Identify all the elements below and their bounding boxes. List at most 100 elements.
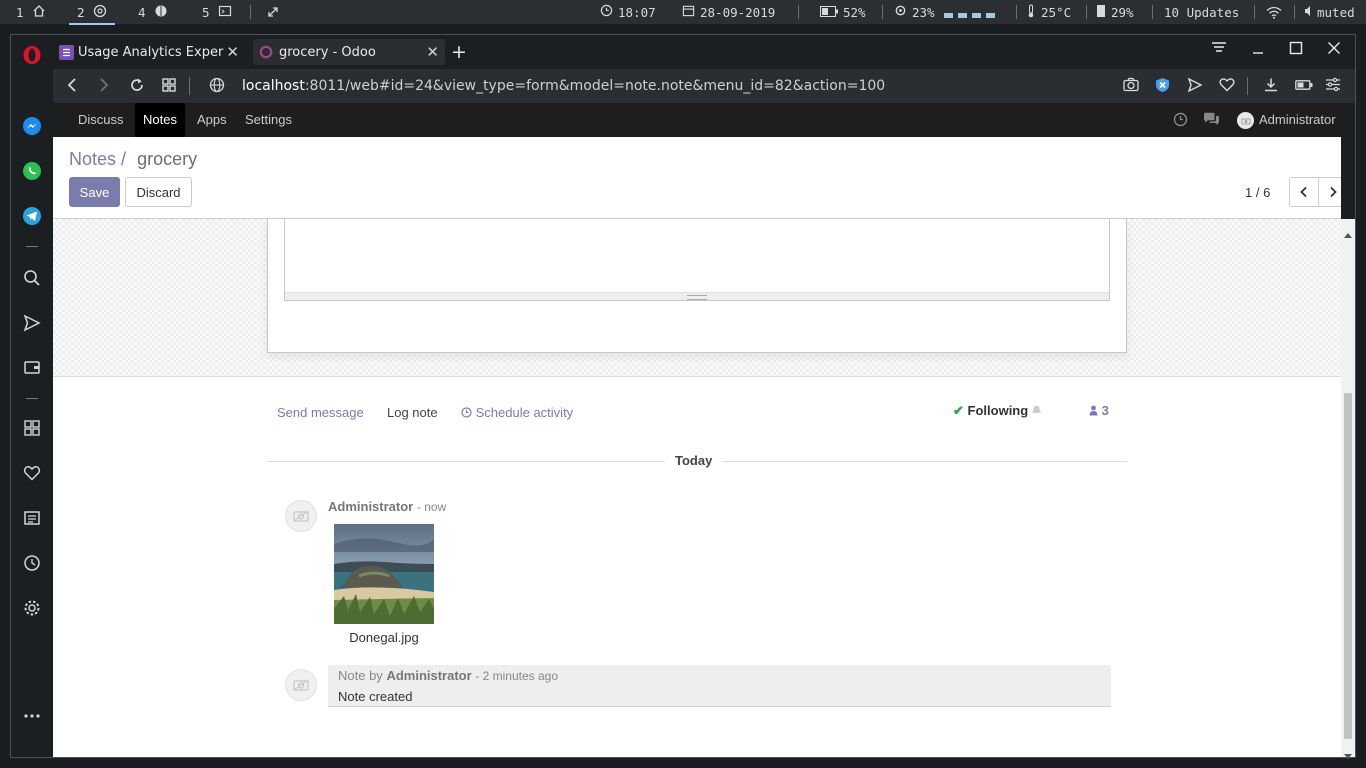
odoo-page: Discuss Notes Apps Settings Administrato… (53, 103, 1341, 757)
system-status-bar: 1 2 4 5 18:07 28-09-2019 52% 23% 25°C 29… (0, 0, 1366, 25)
followers-button[interactable]: 3 (1089, 403, 1109, 419)
author-avatar[interactable] (285, 669, 317, 701)
scrollbar-thumb[interactable] (1344, 393, 1352, 739)
maximize-icon[interactable] (1289, 40, 1303, 59)
form-content: Send message Log note Schedule activity … (53, 219, 1341, 757)
message-date: - now (416, 500, 447, 514)
wallet-icon[interactable] (22, 357, 42, 377)
divider (1086, 5, 1087, 19)
cpu-bars (943, 7, 995, 18)
workspace-2[interactable]: 2 (69, 3, 114, 25)
cpu-widget: 23% (894, 3, 995, 21)
memory-icon (1096, 4, 1106, 21)
workspace-4[interactable]: 4 (138, 3, 168, 21)
whatsapp-icon[interactable] (22, 161, 42, 181)
message-author[interactable]: Administrator (386, 668, 471, 683)
scroll-down-arrow-icon[interactable] (1344, 745, 1352, 764)
attachment-name[interactable]: Donegal.jpg (334, 630, 434, 645)
download-icon[interactable] (1263, 77, 1279, 97)
volume-widget[interactable]: muted (1304, 3, 1355, 21)
divider (1016, 5, 1017, 19)
messaging-icon[interactable] (1203, 112, 1220, 131)
tab-usage-analytics[interactable]: Usage Analytics Exper ✕ (55, 39, 245, 65)
close-window-icon[interactable] (1327, 40, 1341, 59)
minimize-icon[interactable] (1251, 40, 1265, 59)
forward-icon[interactable] (97, 77, 111, 97)
telegram-icon[interactable] (22, 206, 42, 226)
followers-count: 3 (1101, 403, 1109, 418)
back-icon[interactable] (65, 77, 79, 97)
send-page-icon[interactable] (1187, 77, 1203, 97)
divider (26, 246, 38, 247)
new-tab-icon[interactable]: + (451, 41, 467, 63)
speaker-icon (1304, 5, 1312, 20)
user-icon (1089, 404, 1098, 419)
expand-icon[interactable] (266, 3, 280, 21)
wifi-icon[interactable] (1266, 3, 1282, 21)
updates-widget[interactable]: 10 Updates (1164, 3, 1239, 21)
attachment-thumbnail[interactable] (334, 524, 434, 624)
tab-grocery-odoo[interactable]: grocery - Odoo ✕ (253, 39, 445, 65)
messenger-icon[interactable] (22, 116, 42, 136)
camera-icon[interactable] (1123, 77, 1139, 96)
close-tab-icon[interactable]: ✕ (426, 43, 439, 61)
adblock-shield-icon[interactable] (1155, 77, 1170, 97)
breadcrumb-notes-link[interactable]: Notes (69, 149, 116, 169)
workspace-5[interactable]: 5 (202, 3, 232, 21)
author-avatar[interactable] (285, 500, 317, 532)
workspace-1[interactable]: 1 (16, 3, 46, 21)
pager-previous-button[interactable] (1289, 177, 1319, 207)
time-text: 18:07 (618, 4, 656, 20)
message-date: - 2 minutes ago (475, 669, 559, 683)
activity-clock-icon[interactable] (1173, 112, 1188, 131)
settings-gear-icon[interactable] (22, 598, 42, 618)
clock-icon (600, 4, 613, 20)
calendar-icon (682, 4, 695, 20)
discard-button[interactable]: Discard (125, 177, 192, 207)
battery-text: 52% (843, 4, 866, 20)
search-icon[interactable] (22, 268, 42, 288)
tabs-overview-icon[interactable] (161, 77, 177, 97)
schedule-activity-button[interactable]: Schedule activity (461, 405, 573, 421)
menu-settings[interactable]: Settings (237, 103, 300, 137)
following-button[interactable]: ✔ Following (953, 403, 1041, 419)
url-path: :8011/web#id=24&view_type=form&model=not… (304, 78, 886, 94)
news-icon[interactable] (22, 508, 42, 528)
url-field[interactable]: localhost:8011/web#id=24&view_type=form&… (242, 78, 885, 94)
menu-discuss[interactable]: Discuss (70, 103, 132, 137)
menu-apps[interactable]: Apps (189, 103, 235, 137)
tab-bar: Usage Analytics Exper ✕ grocery - Odoo ✕… (53, 35, 1355, 69)
pager-next-button[interactable] (1318, 177, 1341, 207)
cpu-text: 23% (912, 4, 935, 20)
opera-logo-icon[interactable] (22, 45, 42, 65)
schedule-activity-label: Schedule activity (475, 405, 574, 420)
battery-saver-icon[interactable] (1295, 77, 1313, 95)
save-button[interactable]: Save (69, 177, 120, 207)
easy-setup-icon[interactable] (1325, 77, 1341, 96)
bookmark-heart-icon[interactable] (1219, 77, 1235, 96)
menu-notes[interactable]: Notes (135, 103, 185, 137)
history-icon[interactable] (22, 553, 42, 573)
workspace-number: 1 (16, 4, 24, 20)
bell-icon[interactable] (1031, 403, 1041, 418)
send-icon[interactable] (22, 313, 42, 333)
log-note-button[interactable]: Log note (387, 405, 438, 420)
globe-icon[interactable] (209, 77, 225, 97)
message-author[interactable]: Administrator (328, 499, 413, 514)
divider (189, 77, 190, 95)
heart-icon[interactable] (22, 463, 42, 483)
send-message-button[interactable]: Send message (277, 405, 364, 420)
control-panel (53, 137, 1341, 219)
close-tab-icon[interactable]: ✕ (226, 43, 239, 61)
following-label: Following (967, 403, 1029, 418)
memory-widget: 29% (1096, 3, 1134, 21)
user-menu[interactable]: Administrator (1251, 103, 1341, 137)
note-editor[interactable] (284, 219, 1110, 301)
speed-dial-icon[interactable] (22, 418, 42, 438)
reload-icon[interactable] (129, 77, 145, 97)
more-icon[interactable] (22, 706, 42, 726)
tab-menu-icon[interactable] (1211, 40, 1227, 59)
page-scrollbar[interactable] (1341, 219, 1355, 759)
scroll-up-arrow-icon[interactable] (1344, 223, 1352, 242)
editor-resize-handle[interactable] (285, 292, 1109, 300)
